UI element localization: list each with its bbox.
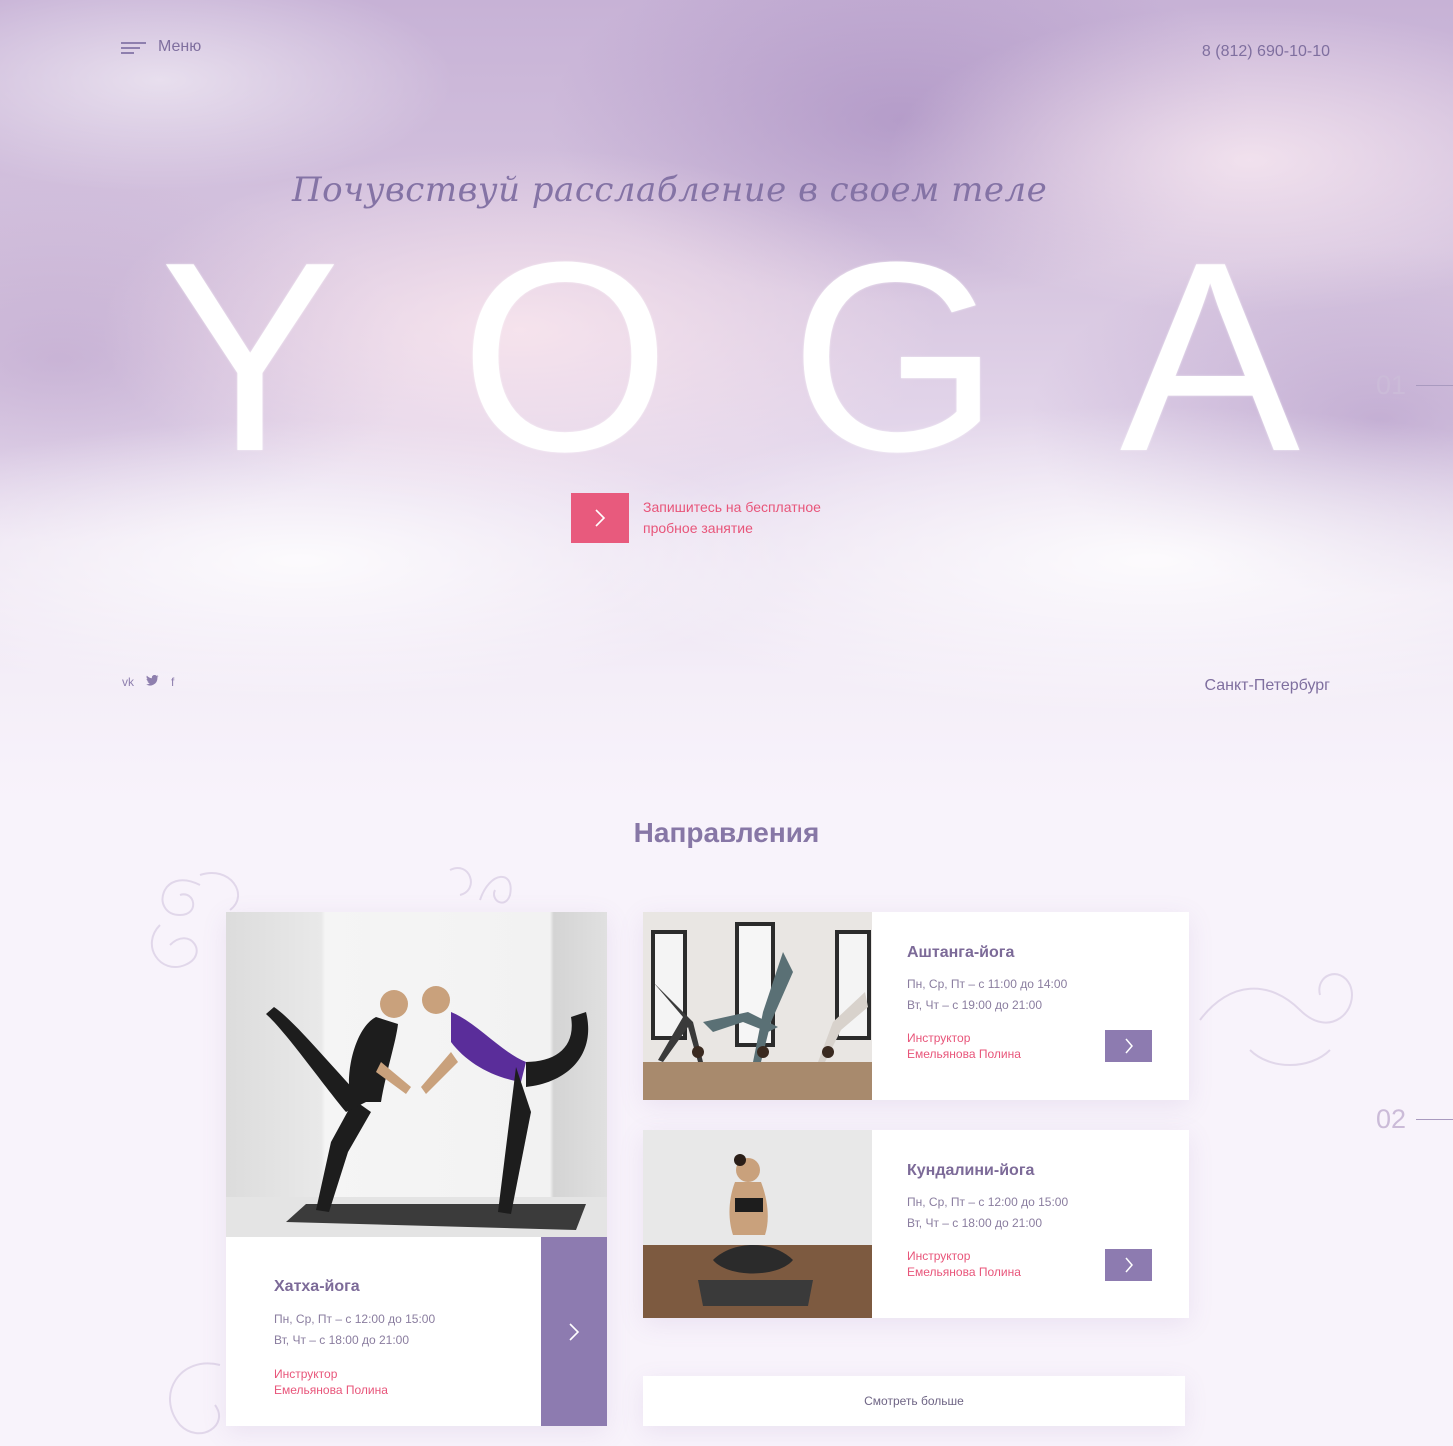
card-instructor: Инструктор Емельянова Полина (274, 1366, 435, 1398)
vk-icon[interactable]: vk (122, 675, 134, 689)
card-instructor: Инструктор Емельянова Полина (907, 1030, 1067, 1062)
schedule-line: Пн, Ср, Пт – с 12:00 до 15:00 (274, 1312, 436, 1326)
kundalini-yoga-image (643, 1130, 872, 1318)
schedule-line: Пн, Ср, Пт – с 12:00 до 15:00 (907, 1195, 1069, 1209)
ornament-swirl (449, 867, 512, 904)
chevron-right-icon (595, 509, 606, 527)
hero-title-letter: O (460, 207, 671, 508)
instructor-name: Емельянова Полина (274, 1383, 388, 1397)
hero-title-letter: G (789, 207, 1000, 508)
hatha-photo (226, 912, 607, 1237)
ornament-swirl (1199, 973, 1353, 1066)
slide-number-line (1416, 385, 1453, 386)
card-schedule: Пн, Ср, Пт – с 12:00 до 15:00 Вт, Чт – с… (274, 1309, 435, 1351)
schedule-line: Вт, Чт – с 19:00 до 21:00 (907, 998, 1043, 1012)
kundalini-info: Кундалини-йога Пн, Ср, Пт – с 12:00 до 1… (907, 1162, 1068, 1280)
twitter-icon[interactable] (146, 674, 159, 689)
card-title: Хатха-йога (274, 1278, 360, 1295)
facebook-icon[interactable]: f (171, 675, 174, 689)
menu-label: Меню (158, 38, 202, 55)
kundalini-photo (643, 1130, 872, 1318)
slide-number-label: 02 (1375, 1104, 1406, 1134)
ashtanga-yoga-image (643, 912, 872, 1100)
hero-tagline: Почувствуй расслабление в своем теле (292, 170, 1048, 210)
hero-section: Меню 8 (812) 690-10-10 Почувствуй рассла… (0, 0, 1453, 800)
instructor-name: Емельянова Полина (907, 1265, 1021, 1279)
direction-card-kundalini: Кундалини-йога Пн, Ср, Пт – с 12:00 до 1… (643, 1130, 1189, 1318)
menu-button[interactable]: Меню (121, 38, 201, 56)
hamburger-icon (121, 40, 146, 54)
chevron-right-icon (1124, 1038, 1133, 1054)
ashtanga-photo (643, 912, 872, 1100)
cta-arrow-button[interactable] (571, 493, 629, 543)
hatha-yoga-image (226, 986, 607, 1237)
chevron-right-icon (569, 1322, 580, 1341)
phone-link[interactable]: 8 (812) 690-10-10 (1202, 43, 1330, 61)
hero-title: Y O G A (160, 223, 1300, 493)
chevron-right-icon (1124, 1257, 1133, 1273)
social-links: vk f (122, 674, 174, 689)
schedule-line: Вт, Чт – с 18:00 до 21:00 (907, 1216, 1043, 1230)
kundalini-arrow-button[interactable] (1105, 1249, 1152, 1281)
card-title: Аштанга-йога (907, 944, 1015, 961)
instructor-label: Инструктор (274, 1367, 338, 1381)
cta-block: Запишитесь на бесплатное пробное занятие (571, 493, 863, 543)
card-schedule: Пн, Ср, Пт – с 12:00 до 15:00 Вт, Чт – с… (907, 1192, 1068, 1234)
instructor-name: Емельянова Полина (907, 1047, 1021, 1061)
hero-title-letter: A (1119, 207, 1300, 508)
hero-title-letter: Y (160, 207, 341, 508)
hatha-arrow-button[interactable] (541, 1237, 607, 1426)
slide-number: 02 (1376, 1104, 1453, 1135)
show-more-button[interactable]: Смотреть больше (643, 1376, 1185, 1426)
city-label: Санкт-Петербург (1204, 677, 1330, 694)
ashtanga-arrow-button[interactable] (1105, 1030, 1152, 1062)
schedule-line: Вт, Чт – с 18:00 до 21:00 (274, 1333, 410, 1347)
slide-number-label: 01 (1375, 370, 1406, 400)
cta-text[interactable]: Запишитесь на бесплатное пробное занятие (643, 497, 863, 539)
direction-card-ashtanga: Аштанга-йога Пн, Ср, Пт – с 11:00 до 14:… (643, 912, 1189, 1100)
instructor-label: Инструктор (907, 1031, 971, 1045)
hatha-info: Хатха-йога Пн, Ср, Пт – с 12:00 до 15:00… (274, 1278, 435, 1398)
slide-number-line (1416, 1119, 1453, 1120)
directions-title: Направления (633, 817, 820, 848)
direction-card-hatha: Хатха-йога Пн, Ср, Пт – с 12:00 до 15:00… (226, 912, 607, 1426)
instructor-label: Инструктор (907, 1249, 971, 1263)
card-instructor: Инструктор Емельянова Полина (907, 1248, 1068, 1280)
ashtanga-info: Аштанга-йога Пн, Ср, Пт – с 11:00 до 14:… (907, 944, 1067, 1062)
slide-number: 01 (1376, 370, 1453, 401)
card-schedule: Пн, Ср, Пт – с 11:00 до 14:00 Вт, Чт – с… (907, 974, 1067, 1016)
card-title: Кундалини-йога (907, 1162, 1035, 1179)
schedule-line: Пн, Ср, Пт – с 11:00 до 14:00 (907, 977, 1068, 991)
